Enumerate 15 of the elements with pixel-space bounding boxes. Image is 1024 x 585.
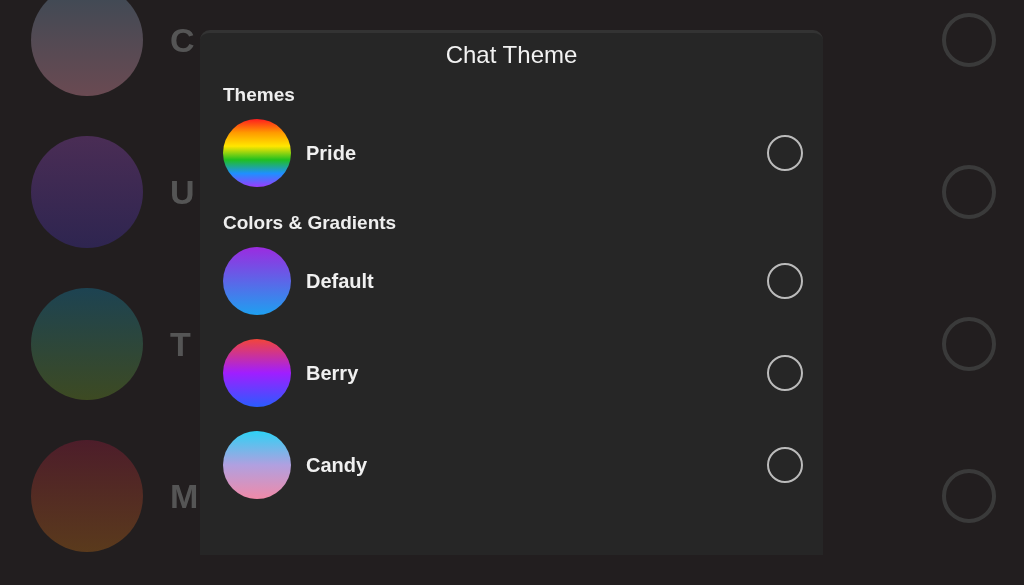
radio-button[interactable] [767, 135, 803, 171]
radio-button[interactable] [942, 469, 996, 523]
radio-button[interactable] [767, 447, 803, 483]
radio-button[interactable] [942, 317, 996, 371]
theme-name: Berry [306, 361, 360, 385]
theme-name: Pride [306, 141, 358, 165]
section-heading: Themes [223, 83, 296, 107]
sheet-title: Chat Theme [444, 41, 579, 69]
section-heading: Colors & Gradients [223, 211, 398, 235]
theme-name: Default [306, 269, 375, 293]
theme-name: Candy [306, 453, 369, 477]
radio-button[interactable] [942, 13, 996, 67]
radio-button[interactable] [767, 355, 803, 391]
radio-button[interactable] [942, 165, 996, 219]
radio-button[interactable] [767, 263, 803, 299]
